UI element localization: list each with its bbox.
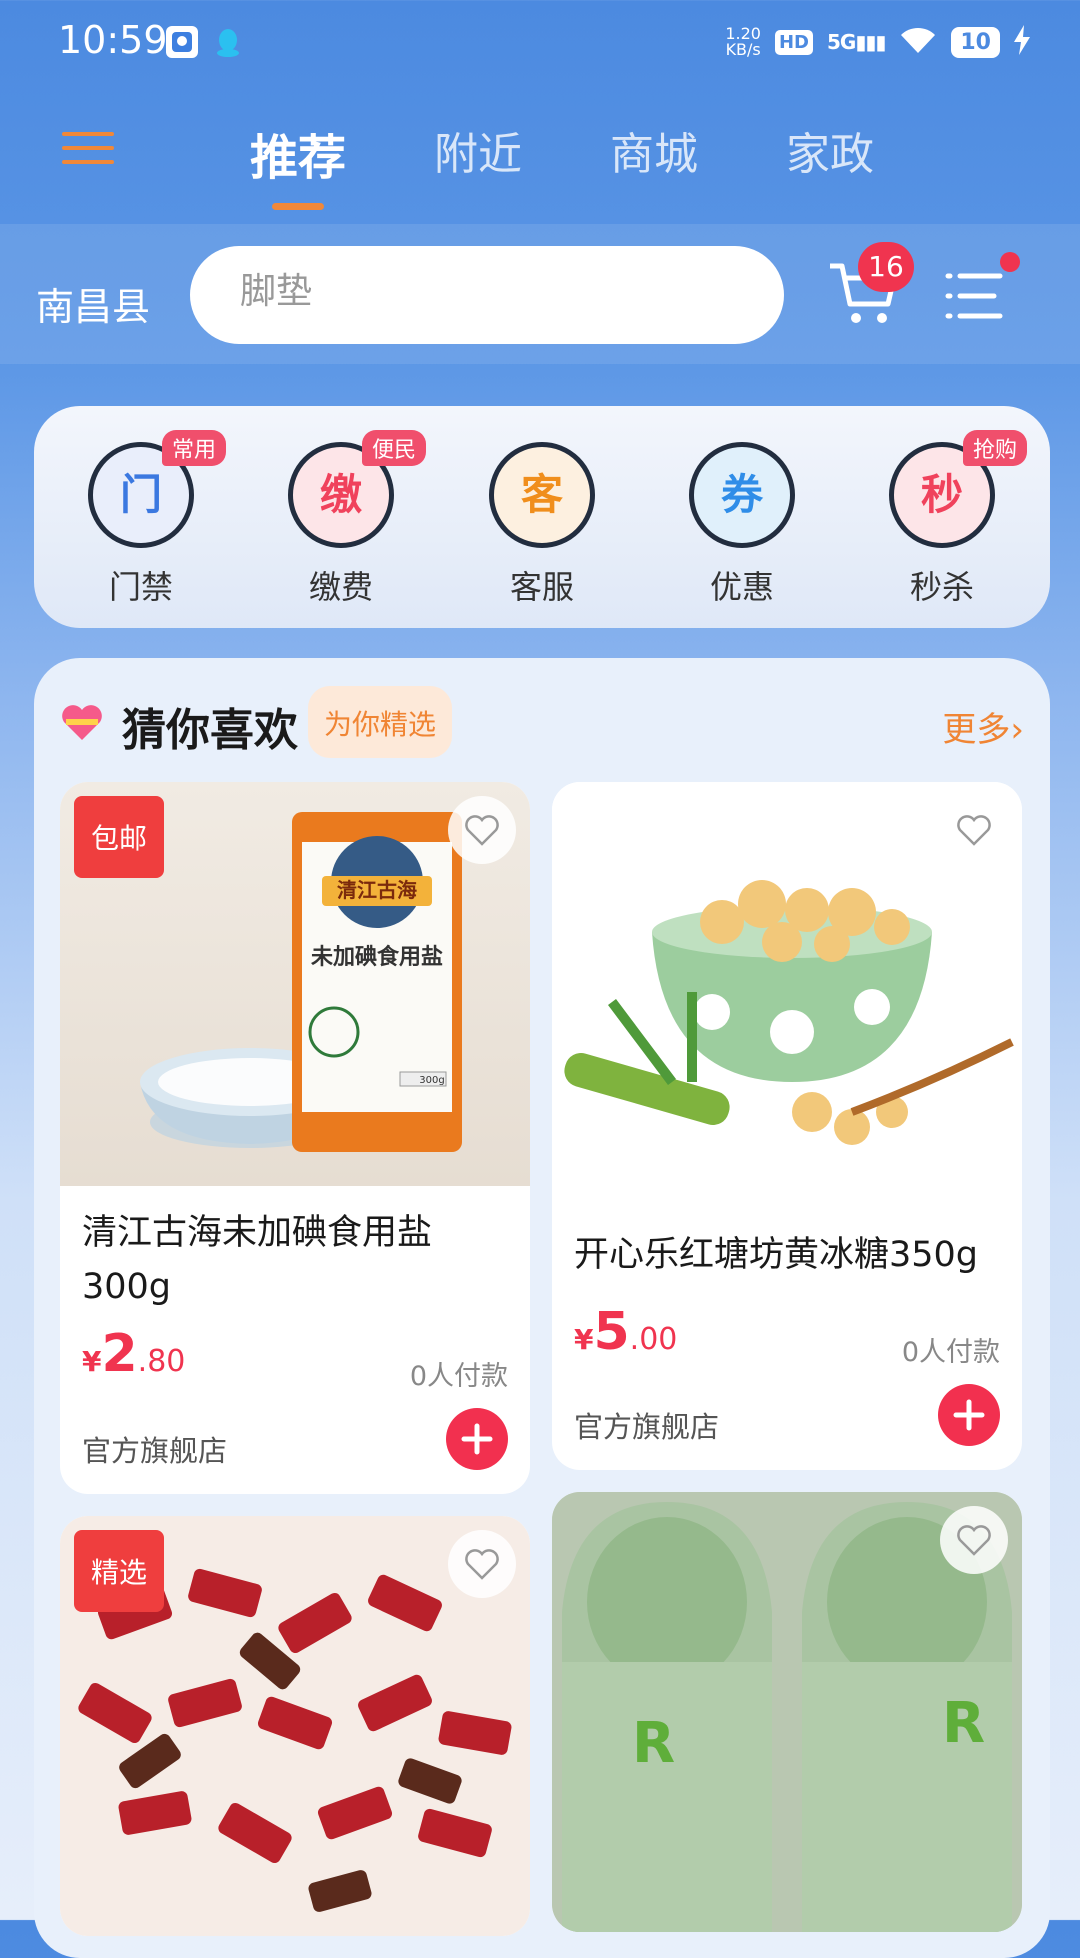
qq-penguin-icon — [212, 26, 244, 58]
recommend-header: 猜你喜欢 为你精选 更多› — [60, 682, 1024, 762]
network-speed: 1.20 KB/s — [725, 24, 761, 59]
paid-count: 0人付款 — [409, 1361, 508, 1392]
svg-text:R: R — [942, 1691, 985, 1756]
product-price: ¥5.00 — [574, 1302, 678, 1362]
more-link[interactable]: 更多› — [942, 702, 1024, 751]
tab-mall[interactable]: 商城 — [610, 118, 698, 188]
battery-icon: 10 — [951, 26, 1000, 58]
heart-gift-icon — [60, 702, 104, 742]
service-customer-service[interactable]: 客 客服 — [467, 442, 617, 608]
product-card[interactable]: 开心乐红塘坊黄冰糖350g ¥5.00 0人付款 官方旗舰店 — [552, 782, 1022, 1470]
shop-name: 官方旗舰店 — [574, 1410, 720, 1444]
list-menu-icon[interactable] — [944, 270, 1006, 322]
favorite-heart-icon[interactable] — [448, 1530, 516, 1598]
product-name: 清江古海未加碘食用盐300g — [82, 1213, 433, 1307]
product-price: ¥2.80 — [82, 1324, 186, 1384]
service-access-control[interactable]: 门 门禁 常用 — [66, 430, 227, 608]
svg-text:R: R — [632, 1711, 675, 1776]
recommend-title: 猜你喜欢 — [122, 705, 298, 756]
customer-service-icon: 客 — [489, 442, 595, 548]
free-shipping-tag: 包邮 — [74, 796, 164, 878]
add-to-cart-button[interactable] — [446, 1408, 508, 1470]
status-bar: 10:59 1.20 KB/s HD 5G▮▮▮ 10 — [0, 0, 1080, 88]
favorite-heart-icon[interactable] — [940, 1506, 1008, 1574]
recommend-subtitle: 为你精选 — [308, 686, 453, 758]
paid-count: 0人付款 — [901, 1337, 1000, 1368]
package-brand: 清江古海 — [337, 878, 417, 902]
quick-services: 门 门禁 常用 缴 缴费 便民 客 客服 券 优惠 秒 秒杀 抢购 — [34, 406, 1050, 628]
featured-tag: 精选 — [74, 1530, 164, 1612]
signal-5g-icon: 5G▮▮▮ — [827, 30, 886, 54]
coupon-icon: 券 — [689, 442, 795, 548]
tab-nearby[interactable]: 附近 — [434, 118, 522, 188]
service-tag: 常用 — [162, 430, 227, 466]
service-payment[interactable]: 缴 缴费 便民 — [266, 430, 427, 608]
city-selector[interactable]: 南昌县 — [36, 276, 150, 331]
menu-icon[interactable] — [62, 132, 114, 164]
service-flash-sale[interactable]: 秒 秒杀 抢购 — [867, 430, 1028, 608]
product-name: 开心乐红塘坊黄冰糖350g — [574, 1235, 979, 1275]
notification-dot — [1000, 252, 1020, 272]
tab-recommend[interactable]: 推荐 — [250, 118, 346, 210]
charging-icon — [1014, 24, 1030, 60]
product-card[interactable]: 精选 — [60, 1516, 530, 1936]
hd-voice-icon: HD — [774, 29, 813, 55]
app-notification-icon — [166, 26, 198, 58]
wifi-icon — [899, 25, 937, 60]
search-box[interactable] — [190, 246, 784, 344]
tab-housekeeping[interactable]: 家政 — [786, 118, 874, 188]
package-weight: 300g — [419, 1075, 444, 1086]
add-to-cart-button[interactable] — [938, 1384, 1000, 1446]
product-card[interactable]: R R — [552, 1492, 1022, 1932]
recommend-section: 猜你喜欢 为你精选 更多› 清江古海 未加碘食用盐 300g 包邮 清江古海未加… — [34, 658, 1050, 1958]
service-tag: 抢购 — [963, 430, 1028, 466]
service-coupon[interactable]: 券 优惠 — [667, 442, 817, 608]
cart-count-badge: 16 — [858, 242, 914, 292]
search-input[interactable] — [238, 270, 742, 313]
product-card[interactable]: 清江古海 未加碘食用盐 300g 包邮 清江古海未加碘食用盐300g ¥2.80… — [60, 782, 530, 1494]
status-time: 10:59 — [58, 18, 168, 62]
shop-name: 官方旗舰店 — [82, 1434, 228, 1468]
search-row: 南昌县 16 — [0, 224, 1080, 364]
package-text: 未加碘食用盐 — [311, 944, 443, 970]
service-tag: 便民 — [362, 430, 427, 466]
favorite-heart-icon[interactable] — [448, 796, 516, 864]
top-tabs: 推荐 附近 商城 家政 — [250, 118, 962, 210]
favorite-heart-icon[interactable] — [940, 796, 1008, 864]
